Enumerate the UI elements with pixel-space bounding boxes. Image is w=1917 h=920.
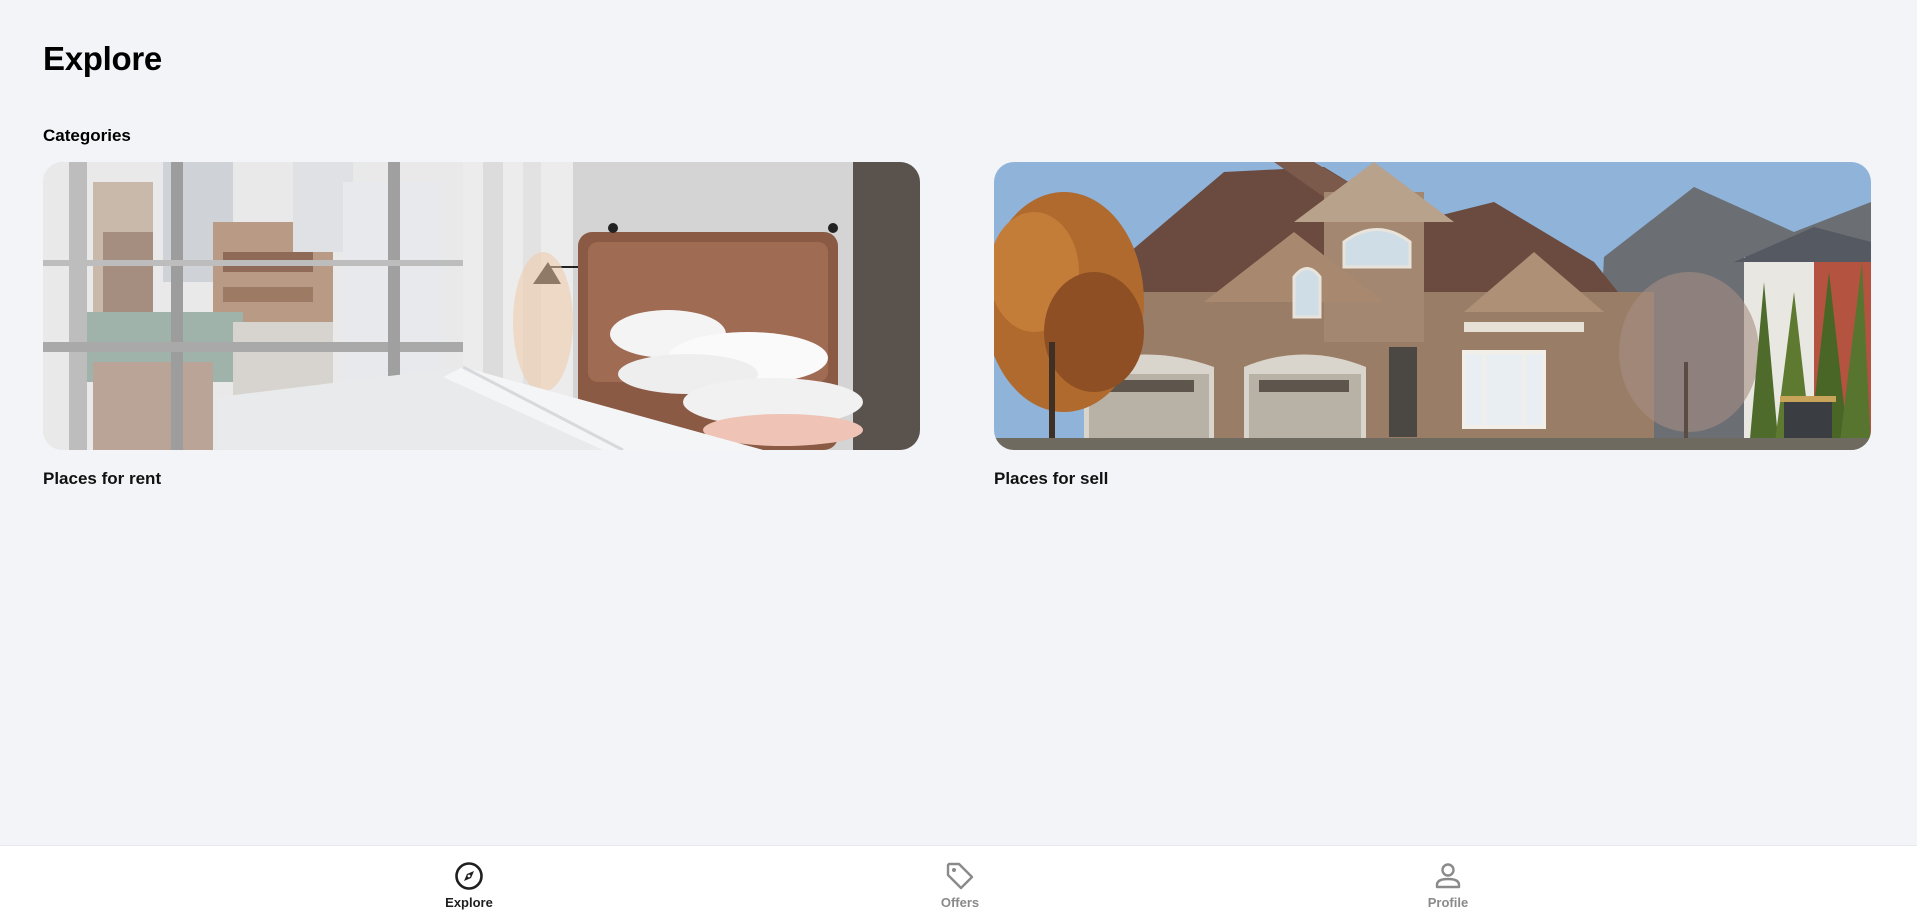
nav-item-profile[interactable]: Profile [1388,860,1508,910]
nav-item-offers[interactable]: Offers [900,860,1020,910]
bottom-navigation: Explore Offers Profile [0,845,1917,920]
nav-item-explore[interactable]: Explore [409,860,529,910]
bedroom-photo[interactable] [43,162,920,450]
category-card-rent[interactable]: Places for rent [43,162,920,489]
category-label-sell: Places for sell [994,469,1109,488]
nav-label-profile: Profile [1427,895,1469,910]
nav-label-explore: Explore [445,895,493,910]
category-card-sell[interactable]: Places for sell [994,162,1871,489]
house-photo[interactable] [994,162,1871,450]
explore-page: Explore Categories Places for rent Place… [0,0,1917,920]
tag-icon [946,862,974,890]
person-icon [1435,863,1461,889]
page-title: Explore [43,40,162,77]
compass-icon [455,862,483,890]
nav-label-offers: Offers [940,895,980,910]
category-label-rent: Places for rent [43,469,162,488]
categories-heading: Categories [43,126,131,145]
